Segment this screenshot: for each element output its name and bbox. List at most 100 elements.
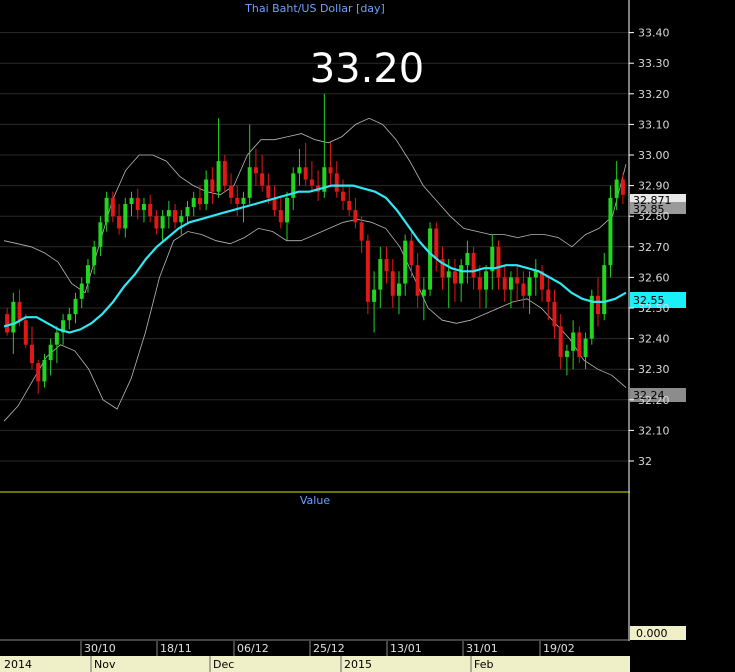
- candle-body: [11, 301, 16, 333]
- y-tick-label: 32.30: [638, 363, 670, 376]
- candle-body: [222, 161, 227, 186]
- time-axis[interactable]: 30/10 18/11 06/12 25/12 13/01 31/01 19/02 2014 N…: [0, 641, 630, 672]
- y-tick-label: 32.40: [638, 333, 670, 346]
- candle-body: [141, 203, 146, 211]
- candle-body: [241, 197, 246, 204]
- candle-body: [48, 344, 53, 361]
- candle-body: [452, 271, 457, 284]
- candle-body: [185, 207, 190, 217]
- candle-body: [104, 197, 109, 223]
- x-period-label: Nov: [94, 658, 116, 671]
- candle-body: [191, 197, 196, 208]
- candle-body: [459, 265, 464, 284]
- candle-body: [396, 283, 401, 296]
- candle-body: [546, 289, 551, 302]
- candle-body: [67, 314, 72, 321]
- candlestick-chart[interactable]: 3232.1032.2032.3032.4032.5032.6032.7032.…: [0, 0, 735, 672]
- candle-body: [42, 360, 47, 382]
- candle-body: [123, 203, 128, 229]
- candle-body: [365, 240, 370, 302]
- y-tick-label: 32.10: [638, 424, 670, 437]
- band-mid-tag: 32.85: [633, 203, 665, 216]
- candle-body: [521, 283, 526, 296]
- candle-body: [328, 167, 333, 174]
- y-tick-label: 32: [638, 455, 652, 468]
- candle-body: [334, 173, 339, 192]
- chart-title: Thai Baht/US Dollar [day]: [244, 2, 385, 15]
- candle-body: [415, 265, 420, 296]
- candle-body: [340, 191, 345, 201]
- candle-body: [117, 216, 122, 229]
- x-tick-label: 06/12: [237, 642, 269, 655]
- candle-body: [384, 259, 389, 272]
- candle-body: [154, 216, 159, 229]
- candle-body: [98, 222, 103, 247]
- candle-body: [533, 271, 538, 278]
- candle-body: [508, 277, 513, 290]
- moving-average-tag: 32.55: [633, 294, 665, 307]
- candle-body: [421, 289, 426, 296]
- candle-body: [253, 167, 258, 174]
- candle-body: [260, 173, 265, 186]
- x-tick-label: 31/01: [466, 642, 498, 655]
- candle-body: [285, 197, 290, 223]
- indicator-axis-value: 0.000: [636, 627, 668, 640]
- candle-body: [297, 167, 302, 174]
- candle-body: [571, 332, 576, 351]
- chart-background: [0, 0, 735, 672]
- y-tick-label: 32.90: [638, 180, 670, 193]
- candle-body: [235, 197, 240, 204]
- candle-body: [558, 326, 563, 357]
- candle-body: [266, 185, 271, 198]
- y-tick-label: 33.30: [638, 57, 670, 70]
- candle-body: [515, 277, 520, 284]
- candle-body: [303, 167, 308, 180]
- candle-body: [92, 246, 97, 266]
- candle-body: [173, 210, 178, 223]
- candle-body: [471, 252, 476, 278]
- candle-body: [197, 197, 202, 204]
- candle-body: [390, 271, 395, 296]
- x-period-label: Feb: [474, 658, 493, 671]
- candle-body: [160, 216, 165, 229]
- candle-body: [465, 252, 470, 266]
- candle-body: [247, 167, 252, 198]
- candle-body: [347, 200, 352, 211]
- candle-body: [477, 277, 482, 290]
- x-period-label: Dec: [213, 658, 234, 671]
- x-tick-label: 30/10: [84, 642, 116, 655]
- candle-body: [403, 240, 408, 284]
- y-tick-label: 33.20: [638, 88, 670, 101]
- candle-body: [179, 216, 184, 223]
- candle-body: [85, 265, 90, 284]
- x-period-label: 2014: [4, 658, 32, 671]
- candle-body: [216, 161, 221, 192]
- candle-body: [278, 210, 283, 223]
- candle-body: [29, 344, 34, 364]
- candle-body: [110, 197, 115, 217]
- candle-body: [577, 332, 582, 357]
- candle-body: [596, 295, 601, 315]
- x-tick-label: 25/12: [313, 642, 345, 655]
- candle-body: [372, 289, 377, 302]
- candle-body: [79, 283, 84, 299]
- hover-value: 33.20: [310, 46, 425, 92]
- candle-body: [309, 179, 314, 186]
- candle-body: [602, 265, 607, 315]
- candle-body: [54, 332, 59, 345]
- candle-body: [434, 228, 439, 260]
- y-tick-label: 32.60: [638, 271, 670, 284]
- indicator-panel-label: Value: [300, 494, 330, 507]
- candle-body: [614, 179, 619, 198]
- candle-body: [23, 320, 28, 345]
- x-tick-label: 13/01: [390, 642, 422, 655]
- candle-body: [36, 363, 41, 382]
- y-tick-label: 33.10: [638, 118, 670, 131]
- candle-body: [17, 301, 22, 321]
- chart-window: 32 32.10 32.20 32.30 32.40 32.50 32.60 32.70 32.…: [0, 0, 735, 672]
- candle-body: [210, 179, 215, 192]
- y-tick-label: 33.40: [638, 27, 670, 40]
- candle-body: [552, 301, 557, 327]
- x-tick-label: 19/02: [543, 642, 575, 655]
- y-tick-label: 33.00: [638, 149, 670, 162]
